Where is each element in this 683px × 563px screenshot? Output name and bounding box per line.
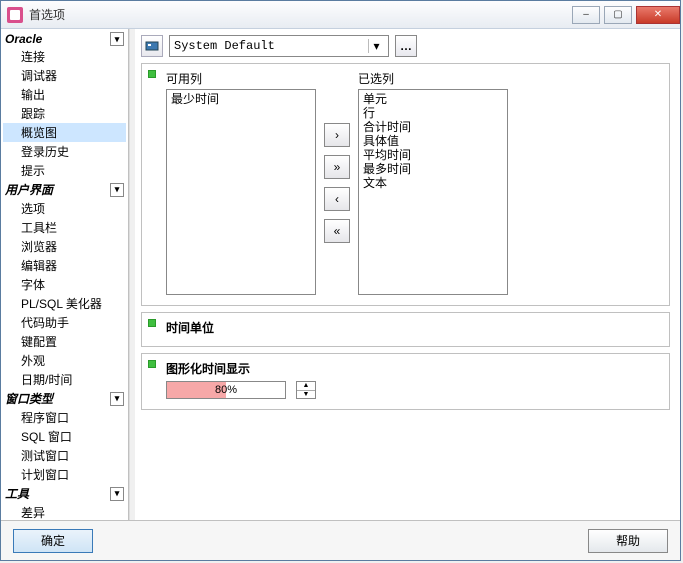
tree-group[interactable]: 用户界面▾ bbox=[3, 180, 126, 199]
tree-item[interactable]: 代码助手 bbox=[3, 313, 126, 332]
list-item[interactable]: 行 bbox=[363, 106, 503, 120]
tree-item[interactable]: 日期/时间 bbox=[3, 370, 126, 389]
list-item[interactable]: 最多时间 bbox=[363, 162, 503, 176]
tree-item[interactable]: 提示 bbox=[3, 161, 126, 180]
preset-icon[interactable] bbox=[141, 35, 163, 57]
tree-group[interactable]: 窗口类型▾ bbox=[3, 389, 126, 408]
selected-label: 已选列 bbox=[358, 70, 508, 87]
collapse-icon[interactable]: ▾ bbox=[110, 487, 124, 501]
tree-item[interactable]: 登录历史 bbox=[3, 142, 126, 161]
minimize-button[interactable]: – bbox=[572, 6, 600, 24]
graph-title: 图形化时间显示 bbox=[166, 360, 661, 377]
preset-dropdown[interactable]: System Default ▾ bbox=[169, 35, 389, 57]
available-label: 可用列 bbox=[166, 70, 316, 87]
tree-group-label: 工具 bbox=[5, 485, 110, 502]
window-title: 首选项 bbox=[29, 6, 572, 23]
list-item[interactable]: 合计时间 bbox=[363, 120, 503, 134]
spinner-down-icon[interactable]: ▼ bbox=[297, 391, 315, 399]
main-panel: System Default ▾ … 可用列 最少时间 › » ‹ « bbox=[135, 29, 680, 520]
time-unit-title: 时间单位 bbox=[166, 319, 661, 336]
preset-browse-button[interactable]: … bbox=[395, 35, 417, 57]
tree-item[interactable]: 外观 bbox=[3, 351, 126, 370]
tree-item[interactable]: 输出 bbox=[3, 85, 126, 104]
selected-listbox[interactable]: 单元行合计时间具体值平均时间最多时间文本 bbox=[358, 89, 508, 295]
list-item[interactable]: 单元 bbox=[363, 92, 503, 106]
tree-group[interactable]: 工具▾ bbox=[3, 484, 126, 503]
tree-item[interactable]: 字体 bbox=[3, 275, 126, 294]
tree-group-label: 窗口类型 bbox=[5, 390, 110, 407]
list-item[interactable]: 平均时间 bbox=[363, 148, 503, 162]
tree-item[interactable]: 工具栏 bbox=[3, 218, 126, 237]
available-listbox[interactable]: 最少时间 bbox=[166, 89, 316, 295]
close-button[interactable]: ✕ bbox=[636, 6, 680, 24]
time-unit-fieldset: 时间单位 bbox=[141, 312, 670, 347]
collapse-icon[interactable]: ▾ bbox=[110, 32, 124, 46]
tree-group-label: Oracle bbox=[5, 32, 110, 46]
category-tree[interactable]: Oracle▾连接调试器输出跟踪概览图登录历史提示用户界面▾选项工具栏浏览器编辑… bbox=[1, 29, 128, 520]
spinner-up-icon[interactable]: ▲ bbox=[297, 382, 315, 391]
collapse-icon[interactable]: ▾ bbox=[110, 392, 124, 406]
tree-item[interactable]: 跟踪 bbox=[3, 104, 126, 123]
preset-dropdown-value: System Default bbox=[174, 39, 368, 53]
graph-fieldset: 图形化时间显示 80% ▲ ▼ bbox=[141, 353, 670, 410]
percent-spinner[interactable]: ▲ ▼ bbox=[296, 381, 316, 399]
tree-item[interactable]: 调试器 bbox=[3, 66, 126, 85]
list-item[interactable]: 最少时间 bbox=[171, 92, 311, 106]
marker-icon bbox=[148, 360, 156, 368]
help-button[interactable]: 帮助 bbox=[588, 529, 668, 553]
maximize-button[interactable]: ▢ bbox=[604, 6, 632, 24]
titlebar[interactable]: 首选项 – ▢ ✕ bbox=[1, 1, 680, 29]
tree-item[interactable]: PL/SQL 美化器 bbox=[3, 294, 126, 313]
app-icon bbox=[7, 7, 23, 23]
chevron-down-icon: ▾ bbox=[368, 39, 384, 53]
tree-item[interactable]: 浏览器 bbox=[3, 237, 126, 256]
list-item[interactable]: 具体值 bbox=[363, 134, 503, 148]
tree-item[interactable]: 计划窗口 bbox=[3, 465, 126, 484]
ok-button[interactable]: 确定 bbox=[13, 529, 93, 553]
remove-all-button[interactable]: « bbox=[324, 219, 350, 243]
columns-fieldset: 可用列 最少时间 › » ‹ « 已选列 单元行合计时间具体值平均时间最多时间文… bbox=[141, 63, 670, 306]
marker-icon bbox=[148, 319, 156, 327]
category-sidebar: Oracle▾连接调试器输出跟踪概览图登录历史提示用户界面▾选项工具栏浏览器编辑… bbox=[1, 29, 129, 520]
tree-item[interactable]: 键配置 bbox=[3, 332, 126, 351]
progress-text: 80% bbox=[167, 382, 285, 398]
add-all-button[interactable]: » bbox=[324, 155, 350, 179]
remove-button[interactable]: ‹ bbox=[324, 187, 350, 211]
collapse-icon[interactable]: ▾ bbox=[110, 183, 124, 197]
tree-item[interactable]: 程序窗口 bbox=[3, 408, 126, 427]
add-button[interactable]: › bbox=[324, 123, 350, 147]
tree-item[interactable]: 选项 bbox=[3, 199, 126, 218]
tree-item[interactable]: SQL 窗口 bbox=[3, 427, 126, 446]
tree-group[interactable]: Oracle▾ bbox=[3, 31, 126, 47]
list-item[interactable]: 文本 bbox=[363, 176, 503, 190]
tree-item[interactable]: 概览图 bbox=[3, 123, 126, 142]
tree-group-label: 用户界面 bbox=[5, 181, 110, 198]
tree-item[interactable]: 差异 bbox=[3, 503, 126, 520]
marker-icon bbox=[148, 70, 156, 78]
tree-item[interactable]: 测试窗口 bbox=[3, 446, 126, 465]
preferences-window: 首选项 – ▢ ✕ Oracle▾连接调试器输出跟踪概览图登录历史提示用户界面▾… bbox=[0, 0, 681, 561]
tree-item[interactable]: 连接 bbox=[3, 47, 126, 66]
footer: 确定 帮助 bbox=[1, 520, 680, 560]
graph-percent-bar[interactable]: 80% bbox=[166, 381, 286, 399]
tree-item[interactable]: 编辑器 bbox=[3, 256, 126, 275]
